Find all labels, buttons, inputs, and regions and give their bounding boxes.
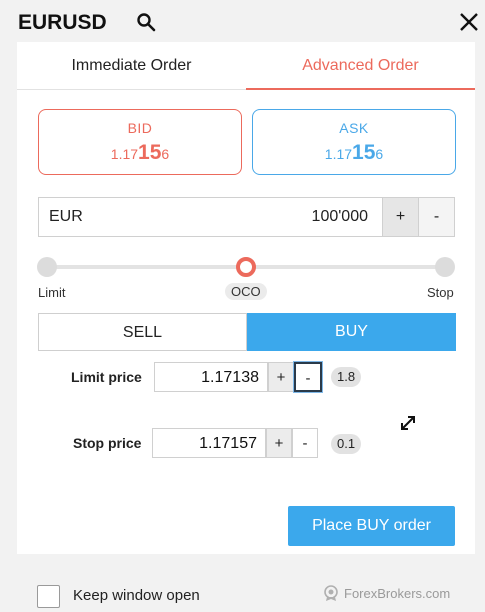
- medal-icon: [324, 585, 338, 601]
- tab-immediate-order[interactable]: Immediate Order: [17, 42, 246, 90]
- limit-price-value: 1.17138: [201, 369, 259, 386]
- amount-value[interactable]: 100'000: [312, 208, 368, 226]
- stop-price-input[interactable]: 1.17157: [152, 428, 266, 458]
- order-type-oco-label: OCO: [225, 283, 267, 300]
- tab-advanced-order[interactable]: Advanced Order: [246, 42, 475, 90]
- place-order-button[interactable]: Place BUY order: [288, 506, 455, 546]
- order-panel: Immediate Order Advanced Order BID 1.171…: [17, 42, 475, 554]
- stop-price-value: 1.17157: [199, 435, 257, 452]
- ask-price: 1.17156: [324, 141, 384, 164]
- order-type-stop-node[interactable]: [435, 257, 455, 277]
- limit-price-distance-badge: 1.8: [331, 367, 362, 387]
- order-type-oco-node[interactable]: [236, 257, 256, 277]
- currency-label: EUR: [49, 208, 83, 225]
- sell-button[interactable]: SELL: [38, 313, 247, 351]
- limit-price-label: Limit price: [71, 369, 142, 385]
- bid-label: BID: [127, 120, 153, 136]
- amount-plus-button[interactable]: +: [382, 198, 418, 236]
- keep-window-open-checkbox[interactable]: [37, 585, 60, 608]
- order-type-limit-node[interactable]: [37, 257, 57, 277]
- ask-quote[interactable]: ASK 1.17156: [252, 109, 456, 175]
- keep-window-open-label[interactable]: Keep window open: [73, 587, 200, 604]
- watermark-text: ForexBrokers.com: [344, 585, 451, 601]
- window-title: EURUSD: [18, 11, 107, 34]
- bid-quote[interactable]: BID 1.17156: [38, 109, 242, 175]
- expand-icon[interactable]: [399, 414, 417, 432]
- stop-price-label: Stop price: [73, 435, 142, 451]
- forexbrokers-watermark: ForexBrokers.com: [322, 582, 450, 604]
- amount-field[interactable]: EUR 100'000 + -: [38, 197, 455, 237]
- title-bar: EURUSD: [0, 0, 485, 42]
- stop-price-minus-button[interactable]: -: [292, 428, 318, 458]
- limit-price-plus-button[interactable]: +: [268, 362, 294, 392]
- footer: Keep window open ForexBrokers.com: [0, 574, 485, 612]
- limit-price-input[interactable]: 1.17138: [154, 362, 268, 392]
- amount-minus-button[interactable]: -: [418, 198, 454, 236]
- close-icon[interactable]: [458, 11, 480, 33]
- bid-price: 1.17156: [110, 141, 170, 164]
- ask-label: ASK: [339, 120, 369, 136]
- order-type-stop-label: Stop: [427, 285, 454, 300]
- order-type-limit-label: Limit: [38, 285, 66, 300]
- stop-price-distance-badge: 0.1: [331, 434, 362, 454]
- stop-price-plus-button[interactable]: +: [266, 428, 292, 458]
- limit-price-minus-button[interactable]: -: [294, 362, 322, 392]
- buy-button[interactable]: BUY: [247, 313, 456, 351]
- search-icon[interactable]: [136, 12, 156, 32]
